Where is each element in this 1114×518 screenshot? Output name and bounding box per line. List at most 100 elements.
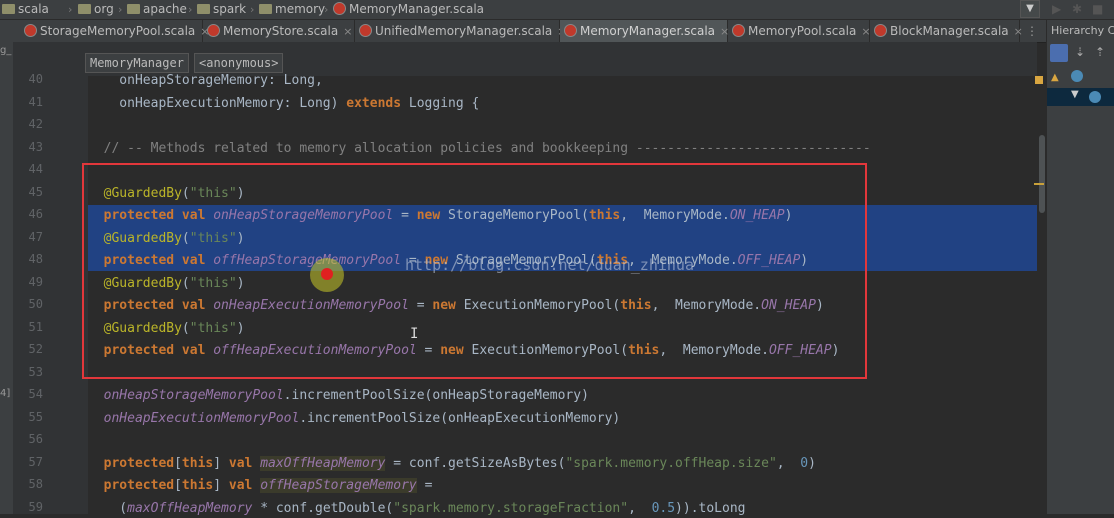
folder-icon (2, 4, 15, 14)
tab-unifiedmemorymanager[interactable]: UnifiedMemoryManager.scala× (355, 20, 567, 42)
class-icon (1089, 91, 1101, 103)
debug-icon[interactable]: ✱ (1072, 2, 1082, 16)
tab-storagememorypool[interactable]: StorageMemoryPool.scala × (20, 20, 210, 42)
warning-marker-icon[interactable] (1035, 76, 1043, 84)
subtypes-icon[interactable]: ⇣ (1075, 45, 1085, 59)
scala-file-icon (564, 24, 577, 37)
code-token: .incrementPoolSize(onHeapExecutionMemory… (299, 410, 621, 426)
line-number: 47 (28, 229, 43, 244)
tab-memorymanager[interactable]: MemoryManager.scala × (560, 20, 729, 42)
navigation-breadcrumb: scala › org › apache › spark › memory › … (0, 0, 1114, 20)
mouse-cursor-dot (321, 268, 333, 280)
chevron-right-icon: › (324, 3, 329, 16)
code-token: onHeapExecutionMemory: Long) (88, 95, 347, 111)
code-token: [ (174, 478, 182, 493)
line-number: 40 (28, 72, 43, 86)
breadcrumb-org[interactable]: org (78, 2, 114, 16)
chevron-right-icon: › (118, 3, 123, 16)
code-token: this (181, 478, 214, 493)
chevron-right-icon: › (250, 3, 255, 16)
scrollbar-thumb[interactable] (1039, 135, 1045, 213)
code-token: val (228, 478, 261, 493)
hierarchy-selected-row[interactable]: ▼ (1047, 88, 1114, 106)
breadcrumb-file[interactable]: MemoryManager.scala (333, 2, 484, 16)
code-token: protected (88, 455, 175, 471)
code-token: = conf.getSizeAsBytes( (385, 455, 566, 471)
code-line[interactable]: protected[this] val offHeapStorageMemory… (88, 477, 432, 495)
code-token: [ (174, 455, 182, 471)
line-number: 50 (28, 297, 43, 311)
code-token: this (181, 455, 214, 471)
breadcrumb-anonymous[interactable]: <anonymous> (194, 53, 284, 73)
scala-file-icon (732, 24, 745, 37)
breadcrumb-apache[interactable]: apache (127, 2, 187, 16)
code-token: 0 (800, 455, 809, 471)
breadcrumb-spark[interactable]: spark (197, 2, 246, 16)
code-token: offHeapStorageMemory (260, 478, 417, 493)
scala-file-icon (874, 24, 887, 37)
scala-file-icon (24, 24, 37, 37)
breadcrumb-memorymanager[interactable]: MemoryManager (85, 53, 189, 73)
breadcrumb-scala[interactable]: scala (2, 2, 49, 16)
breadcrumb-memory[interactable]: memory (259, 2, 325, 16)
scala-file-icon (333, 2, 346, 15)
run-icon[interactable]: ▶ (1052, 2, 1061, 16)
code-token: )).toLong (675, 500, 746, 516)
error-stripe-mark[interactable] (1034, 183, 1044, 185)
tab-memorystore[interactable]: MemoryStore.scala × (203, 20, 355, 42)
line-number: 43 (28, 139, 43, 154)
hierarchy-panel: Hierarchy C ⇣ ⇡ ▲ ▼ (1046, 20, 1114, 514)
line-number: 57 (28, 454, 43, 469)
code-token: Logging { (401, 95, 480, 111)
code-token: ] (213, 478, 229, 493)
close-icon[interactable]: × (343, 25, 352, 38)
code-line[interactable]: onHeapExecutionMemoryPool.incrementPoolS… (88, 410, 621, 428)
line-number: 49 (28, 274, 43, 289)
code-token: onHeapStorageMemory: Long, (88, 73, 323, 88)
line-number: 46 (28, 207, 43, 221)
code-token: , (776, 455, 801, 471)
code-line[interactable]: onHeapStorageMemory: Long, (88, 72, 323, 90)
scala-file-icon (359, 24, 372, 37)
code-line[interactable]: onHeapStorageMemoryPool.incrementPoolSiz… (88, 387, 589, 405)
line-number: 54 (28, 387, 43, 401)
hierarchy-panel-title: Hierarchy C (1051, 24, 1114, 37)
line-number: 41 (28, 94, 43, 109)
code-token: maxOffHeapMemory (260, 455, 386, 471)
watermark: http://blog.csdn.net/duan_zhihua (405, 256, 694, 274)
code-token: maxOffHeapMemory (127, 500, 253, 516)
code-token: // -- Methods related to memory allocati… (88, 140, 871, 156)
supertypes-icon[interactable]: ⇡ (1095, 45, 1105, 59)
line-number: 45 (28, 184, 43, 199)
line-number: 44 (28, 162, 43, 176)
hierarchy-mode-icon[interactable] (1050, 44, 1068, 62)
tab-overflow-button[interactable]: ⋮ (1022, 20, 1044, 42)
stop-icon[interactable]: ■ (1092, 2, 1103, 16)
line-number: 52 (28, 342, 43, 356)
code-line[interactable]: onHeapExecutionMemory: Long) extends Log… (88, 95, 479, 113)
code-line[interactable]: // -- Methods related to memory allocati… (88, 140, 871, 158)
code-token: * conf.getDouble( (252, 500, 394, 516)
line-number: 55 (28, 409, 43, 424)
code-token: val (228, 455, 261, 471)
code-line[interactable]: protected[this] val maxOffHeapMemory = c… (88, 455, 816, 473)
expand-arrow-icon[interactable]: ▼ (1071, 89, 1079, 100)
line-number: 42 (28, 117, 43, 131)
code-token: onHeapStorageMemoryPool (88, 388, 284, 403)
dropdown-chevron-icon[interactable]: ▼ (1020, 0, 1040, 18)
line-number: 48 (28, 252, 43, 266)
code-token: protected (88, 478, 175, 493)
left-tool-strip: g_ 4] (0, 42, 13, 514)
code-token: onHeapExecutionMemoryPool (88, 410, 300, 426)
code-token: ( (88, 500, 128, 516)
line-number: 53 (28, 364, 43, 379)
chevron-right-icon: › (68, 3, 73, 16)
tab-blockmanager[interactable]: BlockManager.scala × (870, 20, 1023, 42)
code-token: extends (346, 95, 402, 111)
line-number: 56 (28, 432, 43, 446)
tab-memorypool[interactable]: MemoryPool.scala × (728, 20, 871, 42)
code-token: ) (808, 455, 816, 471)
code-line[interactable]: (maxOffHeapMemory * conf.getDouble("spar… (88, 500, 746, 518)
folder-icon (197, 4, 210, 14)
code-token: ] (213, 455, 229, 471)
